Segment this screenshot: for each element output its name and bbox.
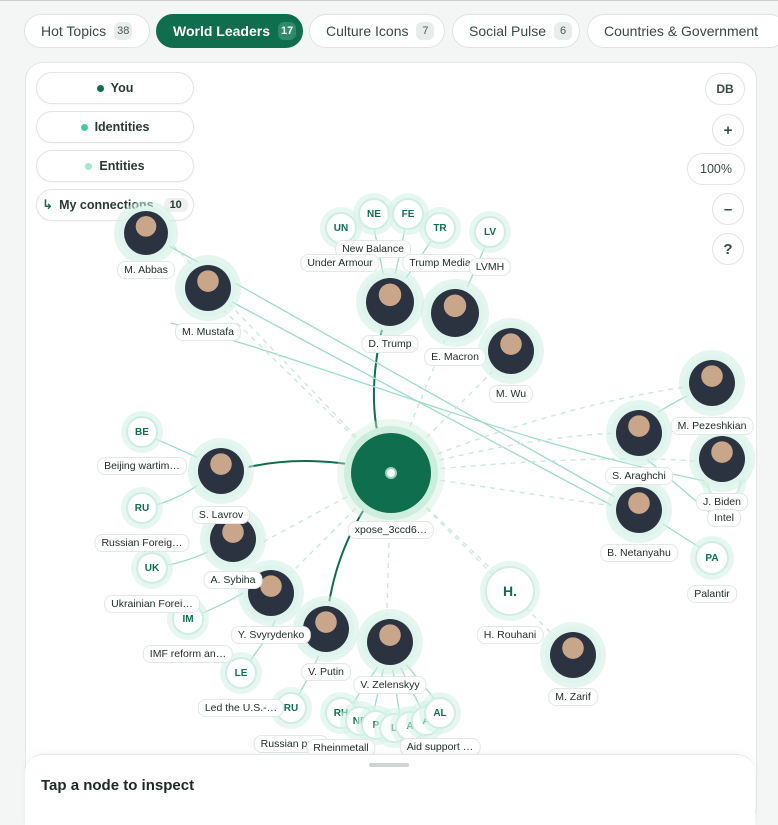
category-tabs: Hot Topics 38 World Leaders 17 Culture I… <box>24 14 778 50</box>
inspector-sheet[interactable]: Tap a node to inspect <box>25 754 755 825</box>
legend-you[interactable]: You <box>36 72 194 104</box>
entity-label: Led the U.S.-… <box>197 699 285 717</box>
person-node-netanyahu[interactable] <box>616 487 662 533</box>
user-core-icon <box>385 467 397 479</box>
tab-countries-government[interactable]: Countries & Government <box>587 14 778 48</box>
person-node-abbas[interactable] <box>124 211 168 255</box>
center-user-node[interactable] <box>351 433 431 513</box>
tab-world-leaders[interactable]: World Leaders 17 <box>156 14 303 48</box>
my-connections-count: 10 <box>163 198 188 212</box>
help-button[interactable]: ? <box>712 233 744 265</box>
zoom-in-button[interactable]: + <box>712 114 744 146</box>
legend-identities[interactable]: Identities <box>36 111 194 143</box>
entity-label: Ukrainian Forei… <box>104 595 200 613</box>
node-label: B. Netanyahu <box>600 544 678 562</box>
entity-label: LVMH <box>468 258 512 276</box>
entity-node-fe[interactable]: FE <box>392 198 424 230</box>
node-label: E. Macron <box>424 348 486 366</box>
sheet-drag-handle[interactable] <box>369 763 409 767</box>
connection-arrow-icon: ↳ <box>42 197 54 212</box>
entity-node-le[interactable]: LE <box>225 657 257 689</box>
node-label: H. Rouhani <box>476 626 544 644</box>
entity-label: IMF reform an… <box>142 645 234 663</box>
tab-social-pulse[interactable]: Social Pulse 6 <box>452 14 580 48</box>
entity-label: Beijing wartim… <box>97 457 187 475</box>
sheet-title: Tap a node to inspect <box>41 777 195 794</box>
node-label: M. Abbas <box>117 261 175 279</box>
tab-count: 7 <box>416 22 435 40</box>
node-label: M. Zarif <box>548 688 598 706</box>
entity-node-tr[interactable]: TR <box>424 212 456 244</box>
entity-node-be[interactable]: BE <box>126 416 158 448</box>
node-label: D. Trump <box>361 335 419 353</box>
node-label: A. Sybiha <box>203 571 263 589</box>
legend-identities-label: Identities <box>94 120 150 134</box>
person-node-zarif[interactable] <box>550 632 596 678</box>
node-label: V. Putin <box>301 663 351 681</box>
node-label: M. Pezeshkian <box>670 417 754 435</box>
graph-canvas[interactable]: You Identities Entities ↳ My connections… <box>25 62 757 824</box>
tab-hot-topics[interactable]: Hot Topics 38 <box>24 14 150 48</box>
person-node-mustafa[interactable] <box>185 265 231 311</box>
entity-label: Trump Media <box>402 254 478 272</box>
entity-node-ru[interactable]: RU <box>126 492 158 524</box>
entity-label: Intel <box>707 509 741 527</box>
node-label: S. Lavrov <box>191 506 251 524</box>
my-connections-label: My connections <box>59 198 154 212</box>
person-node-araghchi[interactable] <box>616 410 662 456</box>
tab-label: Culture Icons <box>326 23 409 39</box>
node-label: V. Zelenskyy <box>353 676 427 694</box>
tab-label: World Leaders <box>173 23 270 39</box>
legend-entities-label: Entities <box>99 159 145 173</box>
person-node-zelenskyy[interactable] <box>367 619 413 665</box>
entity-node-pa[interactable]: PA <box>695 541 729 575</box>
person-node-trump[interactable] <box>366 278 414 326</box>
entity-node-al[interactable]: AL <box>424 697 456 729</box>
person-node-rouhani[interactable]: H. <box>485 566 535 616</box>
identities-dot-icon <box>80 123 88 131</box>
zoom-level: 100% <box>687 153 745 185</box>
tab-count: 17 <box>278 22 296 40</box>
entity-label: Russian Foreig… <box>94 534 190 552</box>
entity-label: Palantir <box>687 585 737 603</box>
entities-dot-icon <box>85 162 93 170</box>
tab-count: 38 <box>114 22 133 40</box>
entity-label: Under Armour <box>300 254 380 272</box>
tab-culture-icons[interactable]: Culture Icons 7 <box>309 14 445 48</box>
entity-node-uk[interactable]: UK <box>136 552 168 584</box>
tab-count: 6 <box>554 22 573 40</box>
center-node-label: xpose_3ccd6… <box>347 521 435 539</box>
legend-entities[interactable]: Entities <box>36 150 194 182</box>
node-label: M. Wu <box>488 385 534 403</box>
user-avatar-button[interactable]: DB <box>705 73 745 105</box>
node-label: S. Araghchi <box>605 467 673 485</box>
person-node-biden[interactable] <box>699 436 745 482</box>
person-node-pezeshkian[interactable] <box>689 360 735 406</box>
node-label: M. Mustafa <box>175 323 241 341</box>
entity-node-ne[interactable]: NE <box>358 198 390 230</box>
my-connections-toggle[interactable]: ↳ My connections 10 <box>36 189 194 221</box>
person-node-macron[interactable] <box>431 289 479 337</box>
entity-node-lv[interactable]: LV <box>474 216 506 248</box>
zoom-out-button[interactable]: – <box>712 193 744 225</box>
node-label: Y. Svyrydenko <box>230 626 312 644</box>
you-dot-icon <box>96 84 104 92</box>
tab-label: Social Pulse <box>469 23 547 39</box>
person-node-putin[interactable] <box>303 606 349 652</box>
tab-label: Countries & Government <box>604 23 759 39</box>
legend-you-label: You <box>110 81 134 95</box>
tab-label: Hot Topics <box>41 23 107 39</box>
top-border <box>0 0 778 1</box>
person-node-wu[interactable] <box>488 328 534 374</box>
person-node-lavrov[interactable] <box>198 448 244 494</box>
